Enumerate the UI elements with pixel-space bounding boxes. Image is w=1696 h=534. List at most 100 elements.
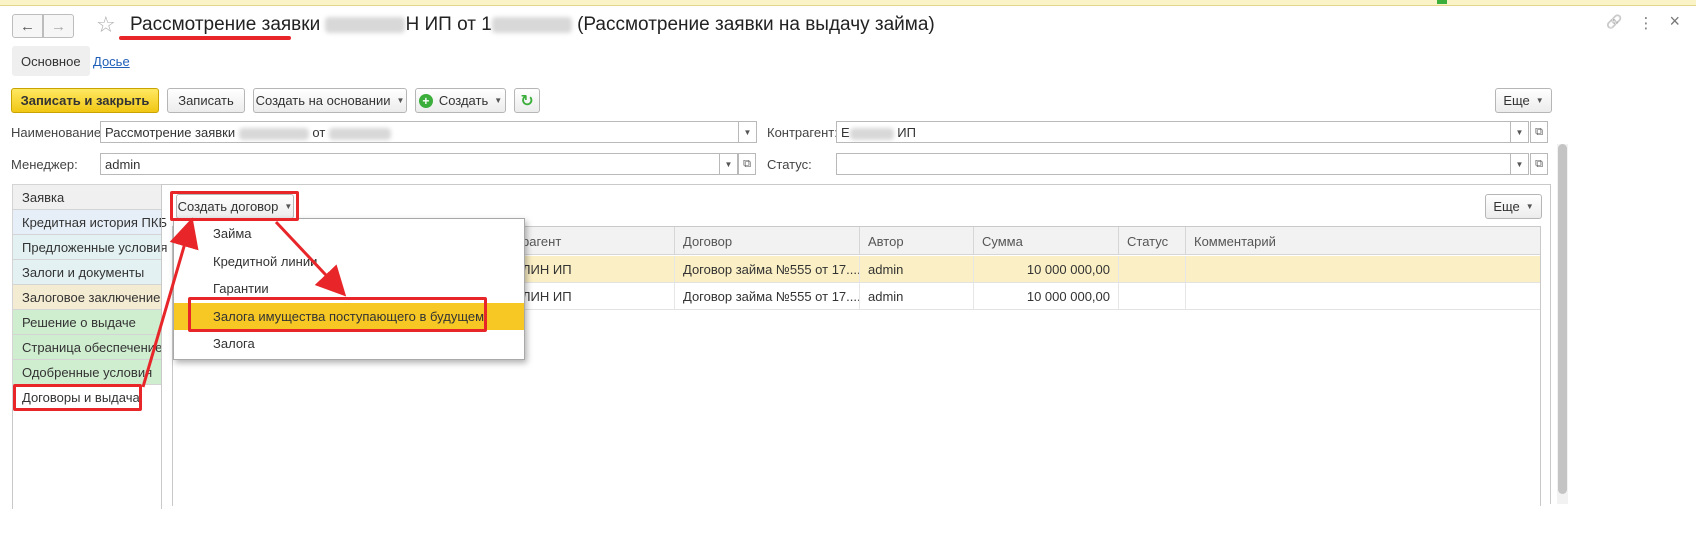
arrow-left-icon: ← [20, 17, 35, 35]
panel-more-button[interactable]: Еще ▼ [1485, 194, 1542, 219]
manager-field[interactable]: admin [100, 153, 720, 175]
side-tab-1[interactable]: Кредитная история ПКБ [12, 209, 167, 234]
create-based-button[interactable]: Создать на основании ▼ [253, 88, 407, 113]
more-label: Еще [1503, 93, 1530, 108]
menu-item-future-property-pledge[interactable]: Залога имущества поступающего в будущем [174, 303, 524, 330]
open-icon: ⧉ [743, 157, 751, 170]
status-pin [1437, 0, 1447, 4]
redacted-name [849, 127, 894, 140]
title-suffix: (Рассмотрение заявки на выдачу займа) [577, 14, 935, 35]
create-based-label: Создать на основании [255, 93, 391, 108]
cell-counterparty: ЛИН ИП [522, 289, 572, 304]
side-tab-0[interactable]: Заявка [12, 184, 162, 209]
status-open-button[interactable]: ⧉ [1530, 153, 1548, 175]
chevron-down-icon: ▼ [284, 202, 293, 211]
top-strip [0, 0, 1696, 6]
name-field[interactable]: Рассмотрение заявки от [100, 121, 739, 143]
chevron-down-icon: ▼ [1515, 127, 1524, 137]
counterparty-label: Контрагент: [767, 125, 838, 140]
redacted-name [238, 127, 309, 140]
arrow-right-icon: → [51, 17, 66, 35]
counterparty-open-button[interactable]: ⧉ [1530, 121, 1548, 143]
panel-more-label: Еще [1493, 199, 1520, 214]
side-tab-3[interactable]: Залоги и документы [12, 259, 162, 284]
status-dropdown-button[interactable]: ▼ [1511, 153, 1529, 175]
manager-open-button[interactable]: ⧉ [738, 153, 756, 175]
col-amount[interactable]: Сумма [973, 227, 1118, 255]
counterparty-dropdown-button[interactable]: ▼ [1511, 121, 1529, 143]
favorite-star-icon[interactable]: ☆ [96, 12, 116, 38]
manager-dropdown-button[interactable]: ▼ [720, 153, 738, 175]
side-tab-7[interactable]: Одобренные условия [12, 359, 162, 384]
link-icon[interactable]: 🔗 [1606, 14, 1622, 32]
chevron-down-icon: ▼ [1525, 202, 1534, 211]
side-tab-4[interactable]: Залоговое заключение [12, 284, 162, 309]
chevron-down-icon: ▼ [1535, 96, 1544, 105]
col-contract[interactable]: Договор [674, 227, 859, 255]
menu-item-credit-line[interactable]: Кредитной линии [174, 248, 524, 275]
save-button[interactable]: Записать [167, 88, 245, 113]
chevron-down-icon: ▼ [494, 96, 503, 105]
page-title: Рассмотрение заявки Н ИП от 1 (Рассмотре… [130, 14, 935, 36]
counterparty-field[interactable]: Е ИП [836, 121, 1511, 143]
open-icon: ⧉ [1535, 125, 1543, 138]
col-comment[interactable]: Комментарий [1185, 227, 1540, 255]
status-field[interactable] [836, 153, 1511, 175]
col-author[interactable]: Автор [859, 227, 973, 255]
cell-counterparty: ЛИН ИП [522, 262, 572, 277]
cell-author: admin [859, 283, 973, 309]
counterparty-value-suffix: ИП [897, 125, 916, 140]
col-status[interactable]: Статус [1118, 227, 1185, 255]
vertical-scrollbar[interactable] [1557, 144, 1568, 504]
plus-icon: + [418, 93, 433, 108]
create-contract-button[interactable]: Создать договор ▼ [176, 194, 294, 219]
tab-main[interactable]: Основное [12, 46, 90, 76]
scrollbar-thumb[interactable] [1558, 144, 1567, 494]
back-button[interactable]: ← [12, 14, 43, 38]
side-tabs: Заявка Кредитная история ПКБ Предложенны… [12, 184, 167, 509]
refresh-icon: ↻ [520, 92, 534, 110]
counterparty-value-prefix: Е [841, 125, 850, 140]
name-label: Наименование: [11, 125, 105, 140]
title-prefix: Рассмотрение заявки [130, 14, 321, 35]
create-contract-menu: Займа Кредитной линии Гарантии Залога им… [173, 218, 525, 360]
title-mid: Н ИП от 1 [405, 14, 492, 35]
cell-amount: 10 000 000,00 [973, 256, 1118, 282]
forward-button[interactable]: → [43, 14, 74, 38]
side-tab-5[interactable]: Решение о выдаче [12, 309, 162, 334]
chevron-down-icon: ▼ [724, 159, 733, 169]
side-tab-2[interactable]: Предложенные условия [12, 234, 167, 259]
cell-status [1118, 256, 1185, 282]
chevron-down-icon: ▼ [396, 96, 405, 105]
manager-label: Менеджер: [11, 157, 78, 172]
menu-item-loan[interactable]: Займа [174, 220, 524, 247]
cell-status [1118, 283, 1185, 309]
redacted-date [328, 127, 391, 140]
name-dropdown-button[interactable]: ▼ [739, 121, 757, 143]
name-value-mid: от [312, 125, 326, 140]
menu-icon[interactable]: ⋮ [1638, 14, 1653, 32]
save-close-button[interactable]: Записать и закрыть [11, 88, 159, 113]
create-contract-label: Создать договор [177, 199, 279, 214]
cell-author: admin [859, 256, 973, 282]
status-label: Статус: [767, 157, 812, 172]
menu-item-guarantee[interactable]: Гарантии [174, 275, 524, 302]
cell-comment [1185, 283, 1540, 309]
side-tab-6[interactable]: Страница обеспечение [12, 334, 162, 359]
cell-comment [1185, 256, 1540, 282]
menu-item-pledge[interactable]: Залога [174, 330, 524, 357]
close-icon[interactable]: × [1669, 12, 1680, 32]
redacted-name [325, 16, 406, 33]
cell-amount: 10 000 000,00 [973, 283, 1118, 309]
refresh-button[interactable]: ↻ [514, 88, 540, 113]
open-icon: ⧉ [1535, 157, 1543, 170]
tab-dossier[interactable]: Досье [84, 46, 139, 76]
more-button[interactable]: Еще ▼ [1495, 88, 1552, 113]
side-tab-8[interactable]: Договоры и выдача [12, 384, 162, 409]
col-counterparty[interactable]: рагент [514, 227, 674, 255]
redacted-date [491, 16, 572, 33]
cell-contract: Договор займа №555 от 17.... [674, 256, 859, 282]
create-button[interactable]: + Создать ▼ [415, 88, 506, 113]
chevron-down-icon: ▼ [1515, 159, 1524, 169]
name-value-prefix: Рассмотрение заявки [105, 125, 236, 140]
